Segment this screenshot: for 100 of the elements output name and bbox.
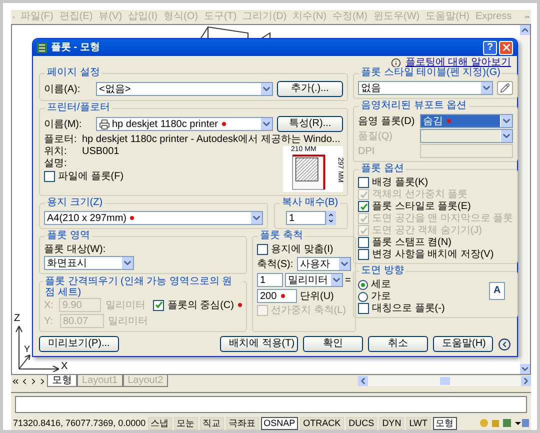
- command-line-field[interactable]: [15, 396, 527, 413]
- group-title: 플롯 영역: [45, 230, 92, 242]
- next-tab-icon[interactable]: [29, 376, 38, 386]
- help-button[interactable]: ?: [483, 40, 497, 54]
- dialog-button[interactable]: 도움말(H): [433, 336, 493, 352]
- field-label: X:: [44, 300, 54, 310]
- dropdown-field[interactable]: A4(210 x 297mm): [44, 211, 263, 225]
- spinner-control[interactable]: [326, 211, 336, 225]
- checkbox[interactable]: [358, 249, 369, 260]
- checkbox[interactable]: [358, 303, 369, 314]
- group-title: 복사 매수(B): [280, 197, 340, 209]
- dialog-button[interactable]: 추가(.)...: [277, 81, 343, 97]
- layout-tab[interactable]: 모형: [47, 375, 77, 387]
- dropdown-field[interactable]: hp deskjet 1180c printer: [96, 117, 273, 131]
- group-title: 플롯 간격띄우기 (인쇄 가능 영역으로의 원점 세트): [43, 276, 243, 298]
- printer-icon: [99, 118, 110, 130]
- checkbox[interactable]: [44, 171, 55, 182]
- input-field[interactable]: [420, 144, 514, 158]
- field-label: 이름(A):: [44, 84, 82, 94]
- group-title: 도면 방향: [359, 265, 406, 277]
- checkbox-label: 용지에 맞춤(I): [271, 244, 334, 255]
- scroll-left-icon: [358, 376, 368, 386]
- input-field[interactable]: 200: [257, 289, 297, 303]
- field-label: 플로터:: [44, 134, 78, 145]
- field-label: 축척(S):: [257, 258, 294, 270]
- field-value: USB001: [82, 146, 120, 157]
- status-toggle[interactable]: 스냅: [148, 416, 172, 430]
- status-toggle[interactable]: 극좌표: [226, 416, 259, 430]
- checkbox[interactable]: [358, 177, 369, 188]
- unit-label: 밀리미터: [105, 300, 146, 310]
- status-toggle[interactable]: 모형: [432, 416, 457, 430]
- radio-button[interactable]: [358, 292, 368, 302]
- group-title: 페이지 설정: [45, 67, 102, 79]
- status-toggle[interactable]: 모눈: [174, 416, 198, 430]
- checkbox-label: 파일에 플롯(F): [58, 171, 124, 182]
- window-title: 플롯 - 모형: [51, 42, 101, 53]
- dialog-button[interactable]: 미리보기(P)...: [39, 336, 119, 352]
- checkbox-label: 대칭으로 플롯(-): [372, 303, 445, 314]
- dropdown-field[interactable]: 사용자: [297, 257, 351, 271]
- group-title: 프린터/플로터: [45, 102, 112, 114]
- status-toggle[interactable]: LWT: [406, 416, 431, 430]
- checkbox-label: 플롯 스탬프 켬(N): [372, 237, 452, 248]
- first-tab-icon[interactable]: [11, 376, 20, 386]
- dialog-button[interactable]: 취소: [368, 336, 428, 352]
- tray-icons: [479, 418, 529, 428]
- orientation-icon: A: [489, 282, 506, 300]
- dropdown-field[interactable]: 화면표시: [44, 256, 134, 270]
- radio-label: 가로: [371, 291, 391, 302]
- axis-label: Y: [24, 344, 30, 354]
- scroll-up-icon: [520, 25, 530, 35]
- group-title: 플롯 축척: [258, 230, 305, 242]
- coordinates-readout: 71320.8416, 76077.7369, 0.0000: [13, 418, 146, 428]
- wireframe-drawing: [200, 26, 272, 38]
- status-toggle[interactable]: DYN: [379, 416, 404, 430]
- status-toggle[interactable]: OSNAP: [260, 416, 298, 430]
- checkbox[interactable]: [358, 201, 369, 212]
- checkbox-label: 플롯의 중심(C): [167, 300, 234, 310]
- field-label: 음영 플롯(D): [358, 116, 416, 126]
- edit-button[interactable]: [497, 81, 514, 95]
- dropdown-field[interactable]: <없음>: [96, 82, 273, 96]
- last-tab-icon[interactable]: [38, 376, 47, 386]
- input-field[interactable]: 1: [257, 273, 283, 287]
- field-label: DPI: [358, 146, 376, 156]
- field-label: 품질(Q): [358, 130, 394, 142]
- previous-tab-icon[interactable]: [20, 376, 29, 386]
- dropdown-field[interactable]: 밀리미터: [285, 273, 343, 287]
- status-toggle[interactable]: OTRACK: [300, 416, 344, 430]
- radio-button[interactable]: [358, 280, 368, 290]
- equals-label: =: [345, 274, 351, 286]
- dialog-button[interactable]: 특성(R)...: [277, 116, 343, 132]
- field-label: 플롯 대상(W):: [44, 244, 107, 255]
- dialog-button[interactable]: 확인: [303, 336, 363, 352]
- axis-label: X: [61, 361, 68, 372]
- horizontal-scrollbar[interactable]: [358, 376, 531, 386]
- field-value: hp deskjet 1180c printer - Autodesk에서 제공하는 Windo...: [82, 134, 340, 145]
- input-field[interactable]: 1: [286, 211, 326, 225]
- close-button[interactable]: [499, 40, 513, 54]
- vertical-scrollbar[interactable]: [520, 25, 530, 374]
- checkbox[interactable]: [257, 244, 268, 255]
- unit-label: 단위(U): [300, 290, 334, 302]
- status-toggle[interactable]: 직교: [200, 416, 224, 430]
- checkbox-label: 배경 플롯(K): [372, 177, 428, 188]
- dialog-button[interactable]: 배치에 적용(T): [220, 336, 298, 352]
- group-title: 음영처리된 뷰포트 옵션: [359, 100, 469, 112]
- help-link[interactable]: 플로팅에 대해 알아보기: [405, 57, 511, 68]
- field-label: 이름(M):: [44, 118, 83, 130]
- checkbox-label: 객체의 선가중치 플롯: [372, 189, 468, 200]
- field-label: 설명:: [44, 158, 68, 169]
- scroll-right-icon: [521, 376, 531, 386]
- unit-label: 밀리미터: [108, 316, 148, 326]
- checkbox[interactable]: [358, 237, 369, 248]
- plot-icon: [37, 42, 47, 52]
- group-title: 플롯 스타일 테이블(펜 지정)(G): [359, 67, 502, 79]
- checkbox-label: 도면 공간 객체 숨기기(J): [372, 225, 482, 236]
- status-toggle[interactable]: DUCS: [346, 416, 378, 430]
- collapse-icon[interactable]: [498, 338, 511, 350]
- scroll-thumb[interactable]: [440, 377, 450, 385]
- group-title: 플롯 옵션: [359, 163, 406, 175]
- scroll-down-icon: [520, 364, 530, 374]
- dropdown-field[interactable]: 없음: [358, 81, 494, 95]
